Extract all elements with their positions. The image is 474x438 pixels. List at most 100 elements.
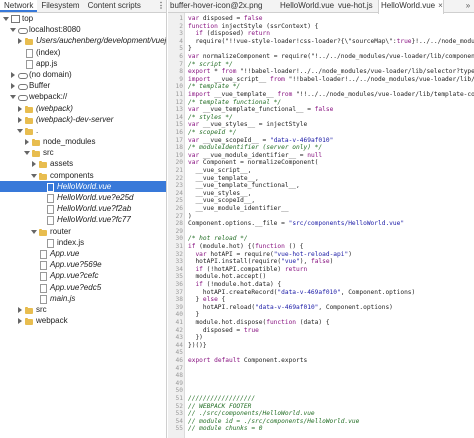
line-number: 34 — [175, 265, 183, 273]
tree-item-label: router — [50, 226, 71, 236]
line-number: 18 — [175, 144, 183, 152]
tree-item-label: webpack:// — [29, 92, 68, 102]
tree-item[interactable]: localhost:8080 — [0, 24, 166, 35]
code-text: /* template */ — [188, 83, 241, 91]
code-text: } — [188, 311, 200, 319]
cloud-icon — [18, 69, 28, 80]
chevron-right-icon[interactable] — [10, 80, 16, 91]
tree-item-label: (webpack) — [36, 103, 73, 113]
tree-item[interactable]: (no domain) — [0, 69, 166, 80]
tab-network[interactable]: Network — [0, 0, 38, 12]
chevron-down-icon[interactable] — [31, 226, 37, 237]
tree-item[interactable]: App.vue?569e — [0, 259, 166, 271]
overflow-icon[interactable]: ⋮ — [156, 0, 166, 12]
tree-item[interactable]: (webpack) — [0, 103, 166, 114]
chevron-down-icon[interactable] — [31, 170, 37, 181]
code-text: module.hot.accept() — [188, 273, 267, 281]
code-text: __vue_scopeId__, — [188, 197, 256, 205]
tree-item[interactable]: (webpack)-dev-server — [0, 114, 166, 125]
line-number: 30 — [175, 235, 183, 243]
tree-item-label: (no domain) — [29, 69, 72, 79]
line-number: 10 — [175, 83, 183, 91]
chevron-right-icon[interactable] — [17, 304, 23, 315]
tree-item[interactable]: HelloWorld.vue — [0, 180, 166, 192]
tree-item-label: App.vue?cefc — [50, 271, 99, 281]
more-tabs-icon[interactable]: » — [463, 0, 473, 12]
tree-item[interactable]: src — [0, 147, 166, 158]
code-text: /* script */ — [188, 60, 233, 68]
tree-item[interactable]: Buffer — [0, 80, 166, 91]
folder-icon — [25, 315, 34, 326]
tree-item-label: HelloWorld.vue — [57, 181, 112, 191]
chevron-right-icon[interactable] — [24, 136, 30, 147]
line-number: 38 — [175, 296, 183, 304]
close-icon[interactable]: × — [438, 1, 443, 10]
tree-item-label: main.js — [50, 293, 76, 303]
code-text: __vue_styles__, — [188, 189, 252, 197]
chevron-right-icon[interactable] — [17, 103, 23, 114]
code-editor[interactable]: 1 var disposed = false 2 function injectSty… — [168, 13, 474, 438]
line-number: 28 — [175, 220, 183, 228]
tree-item[interactable]: app.js — [0, 58, 166, 69]
code-text: /* scopeId */ — [188, 129, 237, 136]
editor-tab-helloworld-vue[interactable]: HelloWorld.vue — [280, 0, 334, 13]
line-number: 26 — [175, 205, 183, 212]
tree-item[interactable]: . — [0, 125, 166, 136]
file-icon — [46, 203, 55, 215]
tree-item[interactable]: (index) — [0, 47, 166, 58]
tree-item[interactable]: App.vue?cefc — [0, 270, 166, 282]
code-text: hotAPI.install(require("vue"), false) — [188, 258, 334, 266]
tree-item[interactable]: App.vue — [0, 248, 166, 260]
tree-item[interactable]: node_modules — [0, 136, 166, 147]
code-text: var __vue_module_identifier__ = null — [188, 151, 323, 159]
editor-tab-buffer-hover-icon[interactable]: buffer-hover-icon@2x.png — [170, 0, 262, 13]
tree-item-label: top — [22, 14, 34, 23]
tree-item[interactable]: index.js — [0, 237, 166, 248]
line-number: 45 — [175, 349, 183, 357]
tab-content-scripts[interactable]: Content scripts — [84, 0, 145, 12]
folder-icon — [25, 125, 34, 136]
tree-item[interactable]: components — [0, 170, 166, 181]
tab-filesystem[interactable]: Filesystem — [37, 0, 83, 12]
tree-item[interactable]: router — [0, 226, 166, 237]
tree-item-label: HelloWorld.vue?e25d — [57, 193, 134, 202]
tree-item-label: HelloWorld.vue?fc77 — [57, 215, 131, 225]
editor-tab-vue-hot[interactable]: vue-hot.js — [338, 0, 373, 13]
code-text: })()} — [188, 341, 207, 349]
tree-item[interactable]: webpack — [0, 315, 166, 326]
chevron-down-icon[interactable] — [17, 125, 23, 136]
tree-item[interactable]: HelloWorld.vue?fc77 — [0, 214, 166, 226]
tree-item[interactable]: Users/auchenberg/development/vuejs-webp — [0, 35, 166, 46]
tree-item[interactable]: webpack:// — [0, 91, 166, 102]
tree-item[interactable]: HelloWorld.vue?e25d — [0, 192, 166, 204]
line-number: 11 — [175, 91, 183, 98]
tree-item[interactable]: top — [0, 13, 166, 24]
tree-item[interactable]: src — [0, 304, 166, 315]
chevron-down-icon[interactable] — [3, 13, 9, 24]
tree-item[interactable]: HelloWorld.vue?f2ab — [0, 203, 166, 215]
code-text: __vue_module_identifier__ — [188, 205, 289, 212]
tree-item[interactable]: main.js — [0, 293, 166, 304]
tree-item[interactable]: assets — [0, 158, 166, 169]
code-text: if (disposed) return — [195, 30, 270, 38]
line-number: 14 — [175, 113, 183, 121]
code-text: } else { — [188, 296, 226, 304]
line-number: 33 — [175, 258, 183, 266]
editor-tab-helloworld-vue-active[interactable]: HelloWorld.vue × — [378, 0, 444, 14]
tree-item[interactable]: App.vue?edc5 — [0, 282, 166, 293]
chevron-right-icon[interactable] — [17, 315, 23, 326]
line-number: 39 — [175, 303, 183, 311]
chevron-down-icon[interactable] — [10, 24, 16, 35]
chevron-right-icon[interactable] — [10, 69, 16, 80]
chevron-down-icon[interactable] — [24, 147, 30, 158]
chevron-down-icon[interactable] — [10, 91, 16, 102]
chevron-right-icon[interactable] — [31, 158, 37, 169]
tree-item-label: Buffer — [29, 81, 51, 91]
chevron-right-icon[interactable] — [17, 35, 23, 46]
code-text: var __vue_styles__ = injectStyle — [188, 121, 308, 129]
line-number: 42 — [175, 326, 183, 334]
tree-item-label: (webpack)-dev-server — [36, 114, 114, 124]
chevron-right-icon[interactable] — [17, 114, 23, 125]
code-text: function injectStyle (ssrContext) { — [188, 22, 319, 30]
line-number: 21 — [175, 167, 183, 174]
